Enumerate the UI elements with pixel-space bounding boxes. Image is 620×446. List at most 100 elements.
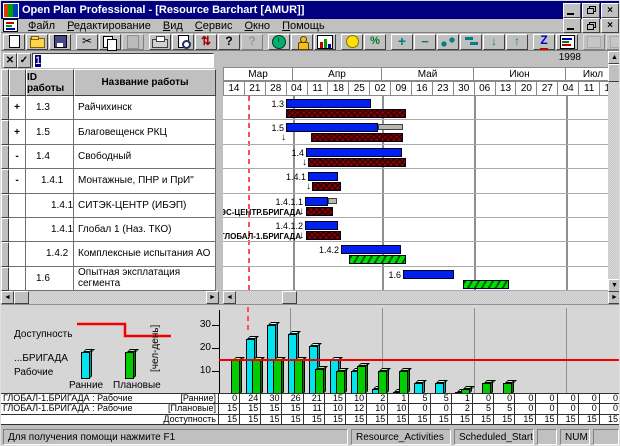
cut-button[interactable] [76, 34, 98, 50]
table-scroll-thumb[interactable] [14, 291, 29, 304]
planned-bar[interactable] [305, 221, 338, 230]
document-icon[interactable] [3, 19, 18, 32]
new-button[interactable] [3, 34, 25, 50]
activity-name-cell[interactable]: Глобал 1 (Наз. ТКО) [74, 218, 216, 242]
gantt-vscroll-track[interactable] [608, 64, 620, 279]
gantt-scroll-thumb[interactable] [282, 291, 297, 304]
activity-name-cell[interactable]: Опытная эксплатация сегмента [74, 267, 216, 291]
cancel-edit-button[interactable]: ✕ [3, 53, 17, 68]
move-down-button[interactable] [483, 34, 505, 50]
table-scroll-track[interactable] [14, 291, 206, 304]
gantt-vertical-scrollbar[interactable]: ▲ ▼ [608, 51, 620, 292]
page-arrows-button[interactable] [195, 34, 217, 50]
copy-button[interactable] [99, 34, 121, 50]
menu-помощь[interactable]: Помощь [276, 20, 331, 32]
app-minimize-button[interactable] [563, 3, 581, 18]
planned-bar[interactable] [306, 148, 402, 157]
progress-bar[interactable] [312, 182, 341, 191]
float-bar[interactable] [328, 198, 337, 204]
menu-файл[interactable]: Файл [22, 20, 61, 32]
progress-bar[interactable] [306, 207, 333, 216]
remove-button[interactable] [414, 34, 436, 50]
progress-bar[interactable] [311, 133, 403, 142]
float-bar[interactable] [378, 124, 403, 130]
percent-button[interactable] [364, 34, 386, 50]
save-button[interactable] [49, 34, 71, 50]
activity-id-cell[interactable]: 1.4 [26, 145, 74, 169]
column-header-name[interactable]: Название работы [74, 69, 216, 96]
cell-edit-input[interactable]: 1 [32, 53, 214, 68]
scroll-right-icon[interactable]: ► [206, 291, 219, 304]
progress-bar[interactable] [308, 158, 406, 167]
planned-bar[interactable] [341, 245, 401, 254]
row-selector[interactable] [1, 120, 9, 144]
menu-вид[interactable]: Вид [157, 20, 189, 32]
row-selector[interactable] [1, 169, 9, 193]
row-selector[interactable] [1, 194, 9, 218]
expand-toggle[interactable]: - [9, 145, 26, 169]
row-selector[interactable] [1, 96, 9, 120]
expand-toggle[interactable]: - [9, 169, 26, 193]
child-minimize-button[interactable] [563, 18, 581, 33]
activity-name-cell[interactable]: Комплексные испытания АО [74, 242, 216, 266]
activity-id-cell[interactable]: 1.5 [26, 120, 74, 144]
scroll-left-icon[interactable]: ◄ [223, 291, 236, 304]
activity-id-cell[interactable]: 1.4.1 [26, 194, 74, 218]
table-view-button[interactable] [556, 34, 578, 50]
link-bars-button[interactable] [460, 34, 482, 50]
expand-toggle[interactable] [9, 194, 26, 218]
gantt-vscroll-thumb[interactable] [608, 64, 620, 82]
progress-bar[interactable] [463, 280, 509, 289]
move-up-button[interactable] [506, 34, 528, 50]
activity-name-cell[interactable]: СИТЭК-ЦЕНТР (ИБЭП) [74, 194, 216, 218]
activity-name-cell[interactable]: Монтажные, ПНР и ПрИ" [74, 169, 216, 193]
row-selector[interactable] [1, 218, 9, 242]
app-close-button[interactable]: × [601, 3, 619, 18]
expand-toggle[interactable] [9, 218, 26, 242]
accept-edit-button[interactable]: ✓ [17, 53, 31, 68]
row-selector[interactable] [1, 242, 9, 266]
menu-сервис[interactable]: Сервис [189, 20, 239, 32]
scroll-up-icon[interactable]: ▲ [608, 51, 620, 64]
activity-id-cell[interactable]: 1.3 [26, 96, 74, 120]
planned-bar[interactable] [286, 123, 378, 132]
activity-id-cell[interactable]: 1.6 [26, 267, 74, 291]
add-button[interactable] [391, 34, 413, 50]
progress-bar[interactable] [349, 255, 406, 264]
gantt-horizontal-scrollbar[interactable]: ◄ ► [223, 291, 620, 304]
table-horizontal-scrollbar[interactable]: ◄ ► [1, 291, 219, 304]
open-button[interactable] [26, 34, 48, 50]
resource-button[interactable] [291, 34, 313, 50]
planned-bar[interactable] [403, 270, 454, 279]
progress-bar[interactable] [306, 231, 341, 240]
help-button[interactable] [218, 34, 240, 50]
gantt-scroll-track[interactable] [236, 291, 608, 304]
planned-bar[interactable] [308, 172, 338, 181]
coin-button[interactable] [341, 34, 363, 50]
menu-окно[interactable]: Окно [238, 20, 276, 32]
expand-toggle[interactable]: + [9, 120, 26, 144]
expand-toggle[interactable] [9, 242, 26, 266]
app-restore-button[interactable] [582, 3, 600, 18]
row-selector[interactable] [1, 267, 9, 291]
scroll-left-icon[interactable]: ◄ [1, 291, 14, 304]
app-icon[interactable] [3, 3, 19, 18]
planned-bar[interactable] [305, 197, 328, 206]
planned-bar[interactable] [286, 99, 371, 108]
print-button[interactable] [149, 34, 171, 50]
link-button[interactable] [437, 34, 459, 50]
row-selector[interactable] [1, 145, 9, 169]
activity-name-cell[interactable]: Благовещенск РКЦ [74, 120, 216, 144]
child-close-button[interactable]: × [601, 18, 619, 33]
clock-button[interactable] [268, 34, 290, 50]
progress-bar[interactable] [286, 109, 406, 118]
z-order-button[interactable] [533, 34, 555, 50]
activity-id-cell[interactable]: 1.4.1 [26, 169, 74, 193]
activity-id-cell[interactable]: 1.4.1 [26, 218, 74, 242]
activity-id-cell[interactable]: 1.4.2 [26, 242, 74, 266]
child-restore-button[interactable] [582, 18, 600, 33]
activity-name-cell[interactable]: Райчихинск [74, 96, 216, 120]
scroll-down-icon[interactable]: ▼ [608, 279, 620, 292]
scroll-right-icon[interactable]: ► [608, 291, 620, 304]
menu-редактирование[interactable]: Редактирование [61, 20, 157, 32]
